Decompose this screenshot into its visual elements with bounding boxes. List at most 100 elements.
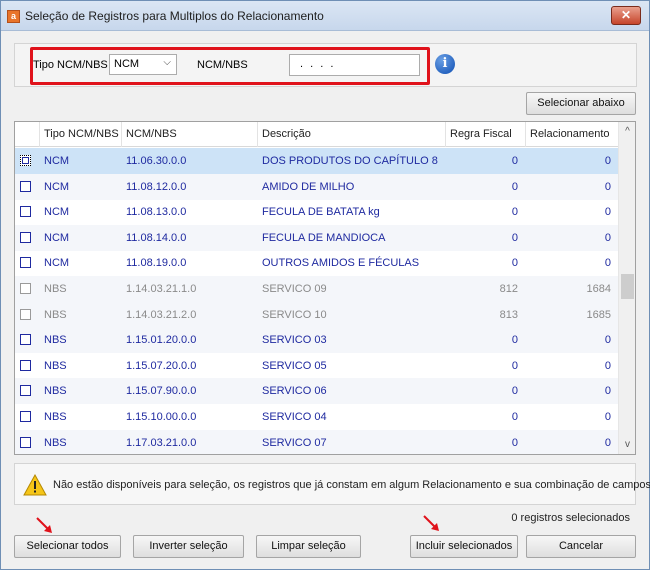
ncm-input[interactable]: . . . . (289, 54, 420, 76)
table-row[interactable]: NCM 11.08.12.0.0 AMIDO DE MILHO 0 0 (15, 173, 619, 200)
window-title: Seleção de Registros para Multiplos do R… (25, 9, 324, 23)
cell-tipo: NBS (44, 283, 67, 295)
cell-ncm: 1.15.07.20.0.0 (126, 359, 197, 372)
row-checkbox[interactable] (20, 180, 31, 192)
cell-tipo: NBS (44, 359, 67, 372)
clear-selection-button[interactable]: Limpar seleção (256, 535, 361, 558)
select-all-button[interactable]: Selecionar todos (14, 535, 121, 558)
warning-text: Não estão disponíveis para seleção, os r… (53, 479, 650, 491)
tipo-select-value: NCM (114, 58, 140, 70)
table-row[interactable]: NBS 1.17.03.21.0.0 SERVICO 07 0 0 (15, 429, 619, 454)
row-checkbox[interactable] (20, 257, 31, 269)
annotation-arrow-icon (36, 517, 52, 533)
invert-selection-button[interactable]: Inverter seleção (133, 535, 244, 558)
cell-ncm: 11.08.14.0.0 (126, 231, 187, 244)
table-row[interactable]: NCM 11.08.19.0.0 OUTROS AMIDOS E FÉCULAS 0 0 (15, 250, 619, 276)
cell-tipo: NCM (44, 155, 70, 167)
cell-ncm: 1.15.10.00.0.0 (126, 411, 197, 423)
table-row: NBS 1.14.03.21.1.0 SERVICO 09 812 1684 (15, 276, 619, 302)
tipo-label: Tipo NCM/NBS (33, 59, 108, 71)
table-row[interactable]: NBS 1.15.10.00.0.0 SERVICO 04 0 0 (15, 404, 619, 430)
cell-relacionamento: 0 (604, 206, 611, 219)
cell-ncm: 11.08.19.0.0 (126, 257, 187, 270)
row-checkbox[interactable] (20, 385, 31, 397)
row-checkbox (20, 308, 31, 320)
vertical-scrollbar[interactable]: ^ v (618, 122, 635, 454)
row-checkbox[interactable] (20, 155, 31, 166)
cell-ncm: 1.15.07.90.0.0 (126, 385, 197, 398)
header-tipo[interactable]: Tipo NCM/NBS (40, 122, 122, 147)
ncm-label: NCM/NBS (197, 59, 248, 71)
cell-relacionamento: 0 (604, 231, 611, 244)
row-checkbox[interactable] (20, 436, 31, 448)
cell-regra: 0 (511, 180, 518, 193)
annotation-arrow-icon (423, 515, 439, 531)
select-below-button[interactable]: Selecionar abaixo (526, 92, 636, 115)
cell-regra: 0 (511, 436, 518, 449)
grid-header: Tipo NCM/NBS NCM/NBS Descrição Regra Fis… (15, 122, 619, 147)
header-descricao[interactable]: Descrição (258, 122, 446, 147)
row-checkbox[interactable] (20, 231, 31, 243)
cell-descricao: SERVICO 04 (262, 411, 327, 423)
close-button[interactable]: ✕ (611, 6, 641, 25)
cell-relacionamento: 0 (604, 155, 611, 167)
info-icon[interactable]: i (435, 54, 455, 74)
cell-descricao: FECULA DE MANDIOCA (262, 231, 386, 244)
cell-relacionamento: 0 (604, 411, 611, 423)
table-row[interactable]: NBS 1.15.01.20.0.0 SERVICO 03 0 0 (15, 327, 619, 354)
cancel-button[interactable]: Cancelar (526, 535, 636, 558)
cell-tipo: NBS (44, 308, 67, 321)
table-row[interactable]: NCM 11.08.14.0.0 FECULA DE MANDIOCA 0 0 (15, 224, 619, 251)
chevron-down-icon: ⌵ (163, 57, 171, 68)
cell-regra: 0 (511, 411, 518, 423)
cell-regra: 813 (499, 308, 518, 321)
records-grid: Tipo NCM/NBS NCM/NBS Descrição Regra Fis… (14, 121, 636, 455)
header-ncm[interactable]: NCM/NBS (122, 122, 258, 147)
scroll-down-icon[interactable]: v (619, 439, 635, 450)
cell-regra: 0 (511, 334, 518, 347)
cell-ncm: 11.06.30.0.0 (126, 155, 187, 167)
cell-tipo: NCM (44, 231, 70, 244)
warning-panel: Não estão disponíveis para seleção, os r… (14, 463, 650, 505)
cell-tipo: NCM (44, 257, 70, 270)
cell-tipo: NCM (44, 206, 70, 219)
table-row[interactable]: NBS 1.15.07.20.0.0 SERVICO 05 0 0 (15, 353, 619, 379)
include-selected-button[interactable]: Incluir selecionados (410, 535, 518, 558)
row-checkbox[interactable] (20, 359, 31, 371)
scroll-thumb[interactable] (621, 274, 634, 299)
row-checkbox[interactable] (20, 334, 31, 346)
cell-relacionamento: 0 (604, 334, 611, 347)
cell-tipo: NBS (44, 436, 67, 449)
cell-relacionamento: 0 (604, 180, 611, 193)
table-row[interactable]: NCM 11.06.30.0.0 DOS PRODUTOS DO CAPÍTULO … (15, 148, 619, 174)
cell-tipo: NBS (44, 334, 67, 347)
cell-descricao: DOS PRODUTOS DO CAPÍTULO 8 (262, 155, 438, 167)
row-checkbox[interactable] (20, 411, 31, 422)
cell-relacionamento: 0 (604, 436, 611, 449)
cell-regra: 0 (511, 359, 518, 372)
tipo-select[interactable]: NCM ⌵ (109, 54, 177, 75)
row-checkbox[interactable] (20, 206, 31, 218)
cell-relacionamento: 0 (604, 385, 611, 398)
table-row[interactable]: NCM 11.08.13.0.0 FECULA DE BATATA kg 0 0 (15, 199, 619, 225)
cell-tipo: NBS (44, 411, 67, 423)
scroll-up-icon[interactable]: ^ (619, 126, 635, 137)
cell-relacionamento: 1685 (586, 308, 611, 321)
cell-descricao: SERVICO 10 (262, 308, 327, 321)
row-checkbox (20, 283, 31, 294)
title-bar[interactable]: a Seleção de Registros para Multiplos do… (1, 1, 649, 31)
cell-ncm: 11.08.13.0.0 (126, 206, 187, 219)
cell-tipo: NCM (44, 180, 70, 193)
cell-regra: 0 (511, 231, 518, 244)
cell-descricao: SERVICO 07 (262, 436, 327, 449)
cell-relacionamento: 0 (604, 257, 611, 270)
cell-descricao: SERVICO 09 (262, 283, 327, 295)
header-relacionamento[interactable]: Relacionamento (526, 122, 619, 147)
table-row: NBS 1.14.03.21.2.0 SERVICO 10 813 1685 (15, 301, 619, 328)
cell-tipo: NBS (44, 385, 67, 398)
cell-regra: 0 (511, 206, 518, 219)
cell-ncm: 1.14.03.21.2.0 (126, 308, 197, 321)
app-icon: a (7, 10, 20, 23)
header-regra[interactable]: Regra Fiscal (446, 122, 526, 147)
table-row[interactable]: NBS 1.15.07.90.0.0 SERVICO 06 0 0 (15, 378, 619, 405)
